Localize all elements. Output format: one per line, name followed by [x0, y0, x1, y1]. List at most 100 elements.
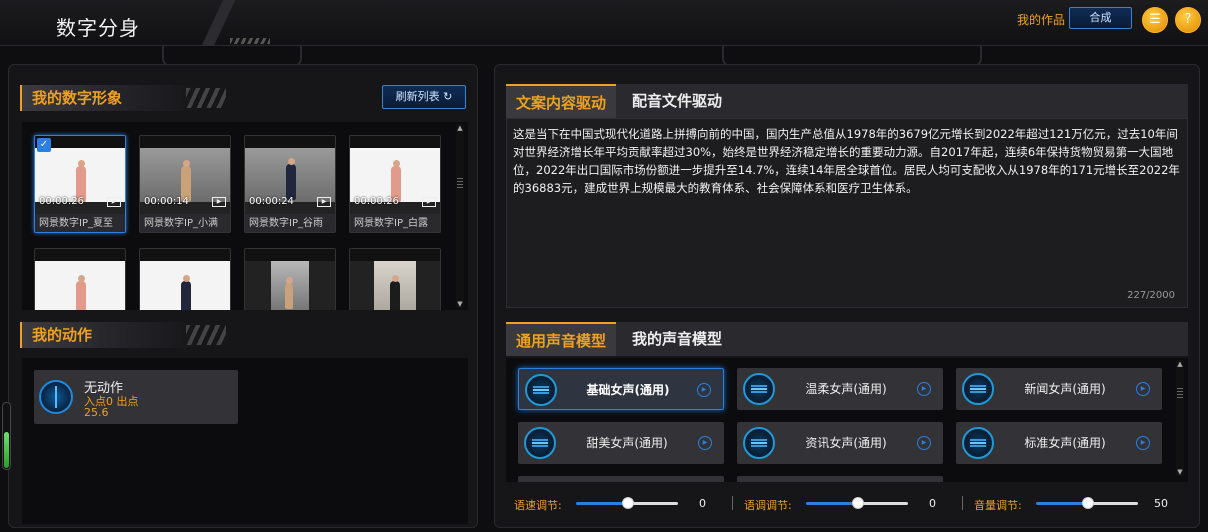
voice-tabbar: 通用声音模型 我的声音模型 — [506, 322, 1188, 356]
voice-card[interactable]: 基础女声(通用) ▶ — [518, 368, 724, 410]
voice-card[interactable]: 新闻女声(通用) ▶ — [956, 368, 1162, 410]
play-icon[interactable]: ▶ — [1136, 436, 1150, 450]
avatar-figure — [286, 158, 296, 200]
voice-wave-icon — [962, 427, 994, 459]
play-icon[interactable]: ▶ — [917, 436, 931, 450]
avatar-grid: ✓ 00:00:26 ▶ 网景数字IP_夏至 00:00:14 ▶ 网景数字IP… — [22, 122, 468, 310]
play-icon[interactable]: ▶ — [422, 197, 436, 207]
pitch-value: 0 — [929, 497, 936, 510]
voice-wave-icon — [525, 374, 557, 406]
tab-my-voice[interactable]: 我的声音模型 — [622, 322, 732, 356]
avatar-figure — [76, 275, 86, 310]
voice-wave-icon — [743, 427, 775, 459]
avatar-figure — [181, 275, 191, 310]
side-level-indicator — [2, 402, 11, 470]
avatar-thumbnail — [140, 148, 230, 202]
avatar-card[interactable]: ✓ 00:00:26 ▶ 网景数字IP_夏至 — [34, 135, 126, 233]
header-stripes — [230, 38, 270, 44]
action-time: 25.6 — [84, 406, 109, 419]
voice-card[interactable] — [518, 476, 724, 482]
pitch-label: 语调调节: — [744, 499, 792, 512]
voice-name: 温柔女声(通用) — [805, 382, 887, 396]
avatar-name: 网景数字IP_谷雨 — [245, 214, 335, 232]
avatar-duration: 00:00:14 — [144, 196, 189, 207]
voice-name: 新闻女声(通用) — [1024, 382, 1106, 396]
script-content: 这是当下在中国式现代化道路上拼搏向前的中国，国内生产总值从1978年的3679亿… — [513, 127, 1180, 195]
app-title: 数字分身 — [56, 16, 140, 40]
app-root: 数字分身 我的作品 合成 ☰ ? 我的数字形象 刷新列表 ↻ ✓ 00:00:2… — [0, 0, 1208, 532]
speed-slider-group: 语速调节: 0 — [514, 484, 724, 524]
tab-audio-driven[interactable]: 配音文件驱动 — [622, 84, 732, 118]
avatar-card[interactable]: 00:00:26 ▶ 网景数字IP_白露 — [349, 135, 441, 233]
play-icon[interactable]: ▶ — [212, 197, 226, 207]
avatar-name: 网景数字IP_白露 — [350, 214, 440, 232]
avatar-card[interactable]: 00:00:14 ▶ 网景数字IP_小满 — [139, 135, 231, 233]
speed-label: 语速调节: — [514, 499, 562, 512]
voice-name: 标准女声(通用) — [1024, 436, 1106, 450]
avatar-name: 网景数字IP_夏至 — [35, 214, 125, 232]
voice-card[interactable]: 温柔女声(通用) ▶ — [737, 368, 943, 410]
action-card[interactable]: 无动作 入点0 出点 25.6 — [34, 370, 238, 424]
pitch-slider-group: 语调调节: 0 — [744, 484, 954, 524]
voice-grid: 基础女声(通用) ▶ 温柔女声(通用) ▶ 新闻女声(通用) ▶ 甜美女声(通用… — [506, 358, 1188, 482]
avatar-card[interactable] — [34, 248, 126, 310]
voice-scrollbar[interactable]: ▲ ▼ — [1176, 360, 1184, 476]
volume-slider-group: 音量调节: 50 — [974, 484, 1184, 524]
tab-text-driven[interactable]: 文案内容驱动 — [506, 84, 617, 118]
volume-value: 50 — [1154, 497, 1168, 510]
avatar-thumbnail — [35, 261, 125, 310]
speed-value: 0 — [699, 497, 706, 510]
voice-name: 资讯女声(通用) — [805, 436, 887, 450]
speed-slider-knob[interactable] — [622, 497, 634, 509]
list-icon[interactable]: ☰ — [1142, 7, 1168, 33]
avatar-thumbnail — [35, 148, 125, 202]
play-icon[interactable]: ▶ — [1136, 382, 1150, 396]
play-icon[interactable]: ▶ — [107, 197, 121, 207]
voice-card[interactable]: 资讯女声(通用) ▶ — [737, 422, 943, 464]
my-works-link[interactable]: 我的作品 — [1017, 11, 1065, 28]
voice-wave-icon — [962, 373, 994, 405]
voice-card[interactable]: 标准女声(通用) ▶ — [956, 422, 1162, 464]
top-header: 数字分身 我的作品 合成 ☰ ? — [0, 0, 1208, 46]
play-icon[interactable]: ▶ — [698, 436, 712, 450]
synthesize-button[interactable]: 合成 — [1069, 7, 1132, 29]
avatar-duration: 00:00:26 — [354, 196, 399, 207]
avatars-section-title: 我的数字形象 — [20, 85, 226, 111]
refresh-list-button[interactable]: 刷新列表 ↻ — [382, 85, 466, 109]
voice-adjust-row: 语速调节: 0 语调调节: 0 音量调节: 50 — [506, 484, 1188, 524]
tab-general-voice[interactable]: 通用声音模型 — [506, 322, 617, 356]
voice-name: 甜美女声(通用) — [586, 436, 668, 450]
avatar-thumbnail — [245, 148, 335, 202]
avatar-card[interactable] — [139, 248, 231, 310]
voice-card[interactable] — [737, 476, 943, 482]
avatar-thumbnail — [271, 261, 309, 310]
actions-list: 无动作 入点0 出点 25.6 — [22, 358, 468, 524]
play-icon[interactable]: ▶ — [697, 383, 711, 397]
avatar-card[interactable] — [349, 248, 441, 310]
actions-section-title: 我的动作 — [20, 322, 226, 348]
avatar-thumbnail — [374, 261, 416, 310]
avatar-duration: 00:00:26 — [39, 196, 84, 207]
avatar-thumbnail — [350, 148, 440, 202]
avatar-scrollbar[interactable]: ▲ ▼ — [456, 124, 464, 308]
help-icon[interactable]: ? — [1175, 7, 1201, 33]
char-counter: 227/2000 — [1127, 290, 1175, 301]
voice-wave-icon — [524, 427, 556, 459]
check-icon: ✓ — [37, 138, 51, 152]
script-tabbar: 文案内容驱动 配音文件驱动 — [506, 84, 1188, 118]
play-icon[interactable]: ▶ — [917, 382, 931, 396]
script-textarea[interactable]: 这是当下在中国式现代化道路上拼搏向前的中国，国内生产总值从1978年的3679亿… — [506, 118, 1188, 308]
play-icon[interactable]: ▶ — [317, 197, 331, 207]
action-icon — [39, 380, 73, 414]
avatar-card[interactable] — [244, 248, 336, 310]
avatar-duration: 00:00:24 — [249, 196, 294, 207]
avatar-name: 网景数字IP_小满 — [140, 214, 230, 232]
pitch-slider-knob[interactable] — [852, 497, 864, 509]
avatar-card[interactable]: 00:00:24 ▶ 网景数字IP_谷雨 — [244, 135, 336, 233]
voice-wave-icon — [743, 373, 775, 405]
voice-card[interactable]: 甜美女声(通用) ▶ — [518, 422, 724, 464]
voice-name: 基础女声(通用) — [586, 383, 670, 397]
volume-label: 音量调节: — [974, 499, 1022, 512]
avatar-thumbnail — [140, 261, 230, 310]
volume-slider-knob[interactable] — [1082, 497, 1094, 509]
